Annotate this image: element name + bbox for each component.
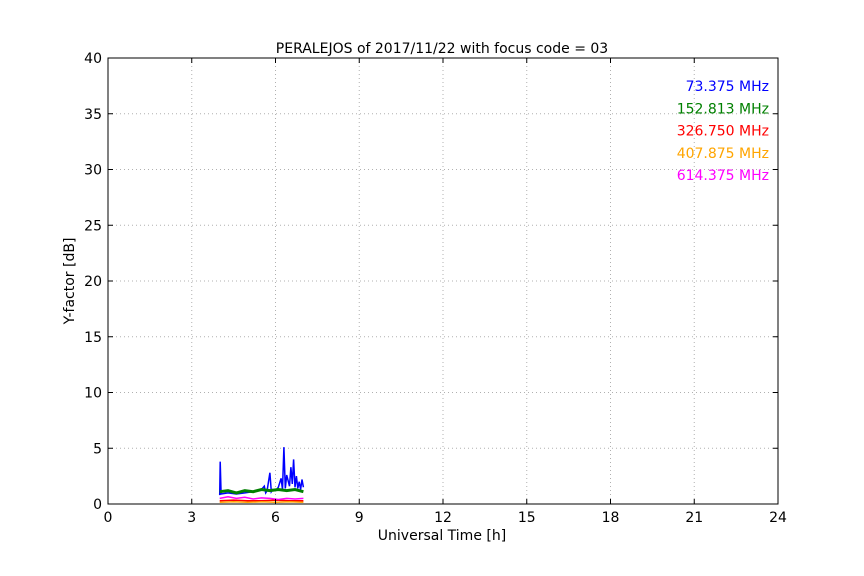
y-tick-label: 10 [84,386,102,402]
axis-ticks: 0 3 6 9 12 15 18 21 24 0 5 10 15 20 25 30 35 40 [84,51,787,526]
series-line-152-813-MHz [219,487,304,495]
chart-figure: PERALEJOS of 2017/11/22 with focus code … [62,41,787,544]
y-tick-label: 35 [84,107,102,123]
x-tick-label: 12 [434,510,452,526]
y-tick-label: 25 [84,218,102,234]
y-axis-label: Y-factor [dB] [62,238,78,326]
y-tick-label: 0 [93,497,102,513]
x-tick-label: 6 [271,510,280,526]
y-tick-label: 5 [93,441,102,457]
y-tick-label: 15 [84,330,102,346]
y-tick-label: 30 [84,163,102,179]
legend-entry: 407.875 MHz [677,146,769,162]
legend-entry: 73.375 MHz [686,79,769,95]
series-line-614-375-MHz [219,496,304,501]
legend-entry: 614.375 MHz [677,168,769,184]
x-tick-label: 18 [602,510,620,526]
x-tick-label: 3 [187,510,196,526]
series-line-407-875-MHz [219,501,304,504]
y-tick-label: 20 [84,274,102,290]
legend-entry: 152.813 MHz [677,101,769,117]
x-tick-label: 24 [769,510,787,526]
x-tick-label: 0 [104,510,113,526]
legend-entry: 326.750 MHz [677,124,769,140]
series-line-73-375-MHz [218,447,305,496]
x-tick-label: 9 [355,510,364,526]
x-tick-label: 15 [518,510,536,526]
series-group [218,447,305,504]
y-tick-label: 40 [84,51,102,67]
x-axis-label: Universal Time [h] [378,528,506,544]
series-line-326-750-MHz [219,499,304,502]
chart-title: PERALEJOS of 2017/11/22 with focus code … [276,41,608,57]
legend: 73.375 MHz 152.813 MHz 326.750 MHz 407.875 … [677,79,769,184]
x-tick-label: 21 [685,510,703,526]
